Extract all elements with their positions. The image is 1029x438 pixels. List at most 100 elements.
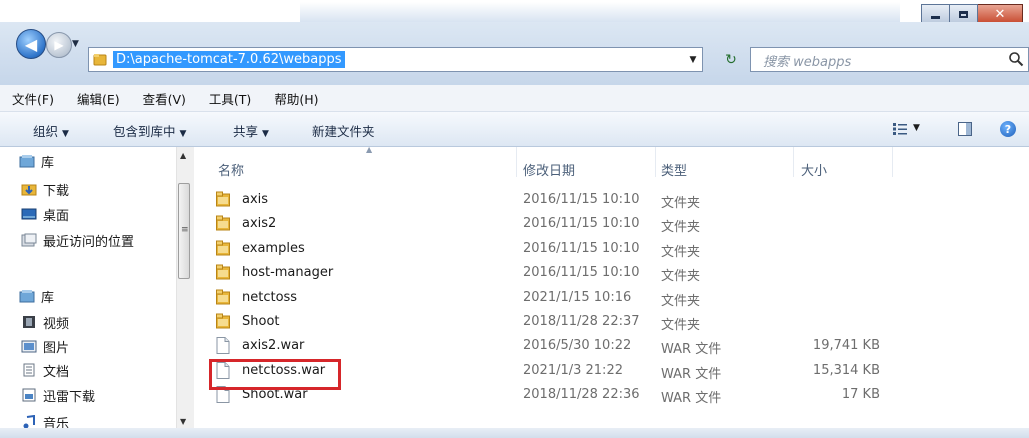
file-modified-date: 2018/11/28 22:36 <box>523 387 640 403</box>
file-size: 17 KB <box>841 387 880 403</box>
nav-item-label: 视频 <box>43 316 70 332</box>
menu-tools[interactable]: 工具(T) <box>196 89 261 108</box>
column-separator[interactable] <box>793 147 794 177</box>
file-row[interactable]: Shoot 2018/11/28 22:37 文件夹 <box>194 310 1029 334</box>
file-name: axis <box>242 192 269 207</box>
back-button[interactable]: ◀ <box>16 29 46 59</box>
preview-pane-icon[interactable] <box>958 122 972 136</box>
file-name: netctoss <box>242 289 298 305</box>
column-separator[interactable] <box>516 147 517 177</box>
command-bar: 组织 ▼ 包含到库中 ▼ 共享 ▼ 新建文件夹 ▼ ? <box>0 112 1029 147</box>
menu-view[interactable]: 查看(V) <box>130 89 196 108</box>
new-folder-button[interactable]: 新建文件夹 <box>312 121 375 140</box>
search-box[interactable]: 搜索 webapps <box>750 47 1029 72</box>
file-modified-date: 2016/11/15 10:10 <box>523 240 640 256</box>
file-type: WAR 文件 <box>661 391 722 407</box>
menu-help[interactable]: 帮助(H) <box>261 89 328 108</box>
menu-edit[interactable]: 编辑(E) <box>64 89 130 108</box>
help-icon[interactable]: ? <box>1000 121 1016 137</box>
file-row[interactable]: examples 2016/11/15 10:10 文件夹 <box>194 237 1029 261</box>
file-type: WAR 文件 <box>661 366 722 382</box>
details-pane-edge <box>0 428 1029 438</box>
nav-item-label: 图片 <box>43 340 70 356</box>
chevron-down-icon: ▼ <box>62 129 69 139</box>
library-icon <box>19 155 35 168</box>
organize-button[interactable]: 组织 ▼ <box>33 121 69 140</box>
file-type: 文件夹 <box>661 196 701 211</box>
file-type: 文件夹 <box>661 220 701 236</box>
highlight-annotation <box>209 359 341 390</box>
share-button[interactable]: 共享 ▼ <box>233 121 269 140</box>
file-row[interactable]: host-manager 2016/11/15 10:10 文件夹 <box>194 261 1029 285</box>
column-header-type[interactable]: 类型 <box>661 160 687 179</box>
view-options-icon[interactable] <box>893 123 907 135</box>
view-dropdown-icon[interactable]: ▼ <box>913 123 920 133</box>
scroll-up-icon[interactable]: ▲ <box>180 151 186 160</box>
maximize-button[interactable] <box>950 4 978 22</box>
file-row[interactable]: axis2.war 2016/5/30 10:22 WAR 文件 19,741 KB <box>194 334 1029 358</box>
column-header-size[interactable]: 大小 <box>801 160 827 179</box>
file-name: axis2.war <box>242 338 305 354</box>
nav-item-label: 库 <box>41 290 55 306</box>
file-modified-date: 2016/11/15 10:10 <box>523 216 640 232</box>
organize-label: 组织 <box>33 124 59 139</box>
nav-item-library[interactable]: 库 <box>19 150 54 172</box>
include-in-library-button[interactable]: 包含到库中 ▼ <box>113 121 186 140</box>
file-type: 文件夹 <box>661 318 701 333</box>
nav-item-videos[interactable]: 视频 <box>21 311 69 333</box>
library-icon <box>19 290 35 303</box>
close-icon: ✕ <box>994 7 1006 22</box>
column-separator[interactable] <box>892 147 893 177</box>
minimize-icon <box>931 16 940 19</box>
address-dropdown-button[interactable]: ▼ <box>684 48 702 71</box>
column-header-modified[interactable]: 修改日期 <box>523 160 575 179</box>
pictures-library-icon <box>21 340 37 353</box>
nav-item-pictures[interactable]: 图片 <box>21 335 69 357</box>
file-modified-date: 2018/11/28 22:37 <box>523 314 640 329</box>
file-row[interactable]: netctoss 2021/1/15 10:16 文件夹 <box>194 286 1029 310</box>
search-input[interactable]: 搜索 webapps <box>763 51 851 70</box>
download-folder-icon <box>21 184 37 196</box>
scroll-down-icon[interactable]: ▼ <box>180 417 186 426</box>
recent-pages-dropdown[interactable]: ▼ <box>72 39 79 49</box>
file-row[interactable]: axis2 2016/11/15 10:10 文件夹 <box>194 212 1029 236</box>
file-modified-date: 2021/1/15 10:16 <box>523 289 632 305</box>
menu-file[interactable]: 文件(F) <box>0 89 64 108</box>
forward-button[interactable]: ▶ <box>46 32 72 58</box>
folder-icon <box>216 240 230 256</box>
nav-item-documents[interactable]: 文档 <box>21 359 69 381</box>
close-button[interactable]: ✕ <box>978 4 1023 22</box>
address-bar[interactable]: D:\apache-tomcat-7.0.62\webapps ▼ <box>88 47 703 72</box>
nav-item-recent-places[interactable]: 最近访问的位置 <box>21 229 134 251</box>
nav-item-downloads[interactable]: 下载 <box>21 178 69 200</box>
column-separator[interactable] <box>655 147 656 177</box>
nav-item-label: 迅雷下载 <box>43 389 96 405</box>
nav-item-desktop[interactable]: 桌面 <box>21 203 69 225</box>
back-arrow-icon: ◀ <box>24 34 38 54</box>
file-name: axis2 <box>242 216 277 232</box>
video-library-icon <box>23 316 35 328</box>
folder-icon <box>216 215 230 231</box>
address-path[interactable]: D:\apache-tomcat-7.0.62\webapps <box>113 51 345 68</box>
file-name: Shoot <box>242 314 280 329</box>
desktop-icon <box>21 208 37 220</box>
recent-places-icon <box>21 233 37 247</box>
chevron-down-icon: ▼ <box>262 129 269 139</box>
nav-item-thunder-download[interactable]: 迅雷下载 <box>21 384 95 406</box>
column-header-name[interactable]: 名称 <box>218 160 244 179</box>
file-row[interactable]: axis 2016/11/15 10:10 文件夹 <box>194 188 1029 212</box>
share-label: 共享 <box>233 124 259 139</box>
refresh-icon: ↻ <box>725 52 737 68</box>
nav-item-label: 桌面 <box>43 208 70 224</box>
file-size: 19,741 KB <box>812 338 880 354</box>
music-library-icon <box>23 415 35 429</box>
file-modified-date: 2016/11/15 10:10 <box>523 192 640 207</box>
minimize-button[interactable] <box>921 4 950 22</box>
refresh-button[interactable]: ↻ <box>720 49 742 71</box>
sort-ascending-icon: ▲ <box>366 145 373 154</box>
maximize-icon <box>959 11 968 18</box>
search-icon[interactable] <box>1008 51 1024 67</box>
nav-item-library-2[interactable]: 库 <box>19 285 54 307</box>
file-type: WAR 文件 <box>661 342 722 358</box>
chevron-down-icon: ▼ <box>179 129 187 139</box>
